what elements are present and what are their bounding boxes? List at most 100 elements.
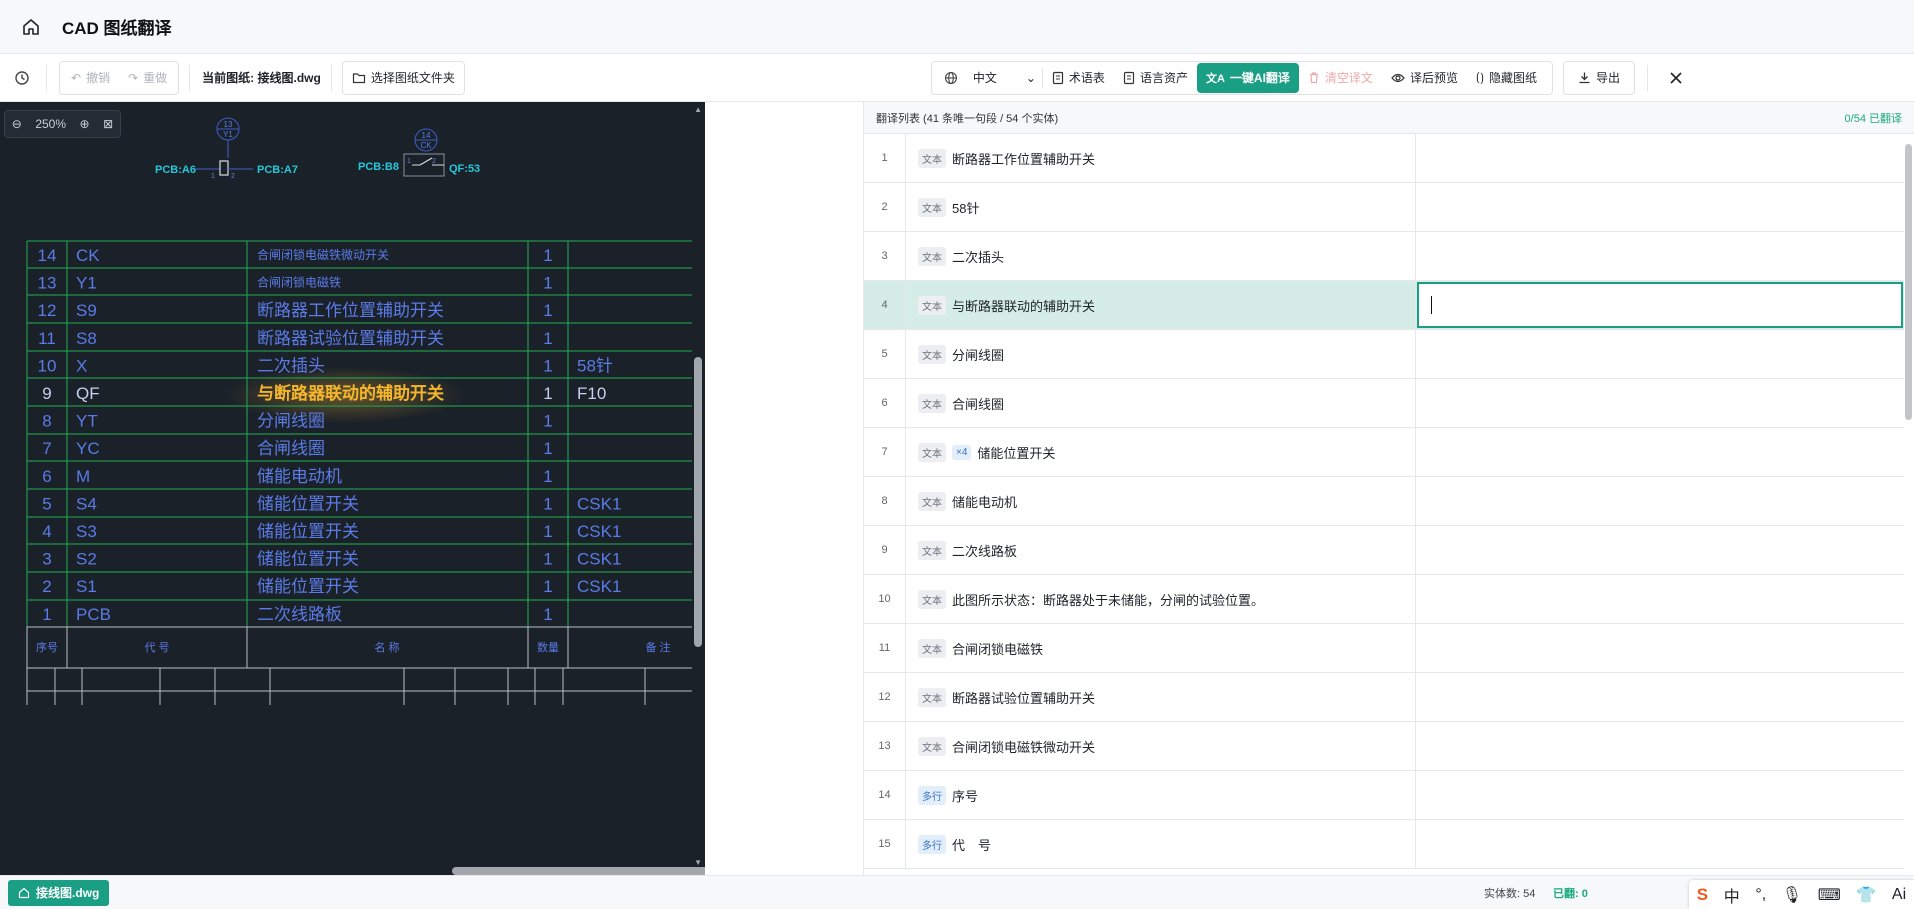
list-scrollbar[interactable] [1903, 134, 1914, 875]
translation-progress: 0/54 已翻译 [1844, 112, 1902, 125]
hide-drawing-button[interactable]: ⟮⟯ 隐藏图纸 [1467, 63, 1546, 93]
cad-cell-code: CK [76, 246, 100, 265]
cad-cell-no: 12 [38, 301, 57, 320]
translation-input[interactable] [1416, 771, 1904, 819]
svg-text:2: 2 [432, 158, 436, 165]
cad-cell-no: 13 [38, 274, 57, 293]
list-item[interactable]: 5 文本 分闸线圈 [864, 330, 1904, 379]
cad-horizontal-thumb[interactable] [452, 867, 705, 875]
book-icon [1052, 71, 1064, 84]
close-icon[interactable] [1664, 66, 1688, 90]
list-item[interactable]: 2 文本 58针 [864, 183, 1904, 232]
list-item[interactable]: 12 文本 断路器试验位置辅助开关 [864, 673, 1904, 722]
list-item[interactable]: 9 文本 二次线路板 [864, 526, 1904, 575]
cad-cell-code: YC [76, 439, 100, 458]
list-item[interactable]: 8 文本 储能电动机 [864, 477, 1904, 526]
file-tab[interactable]: 接线图.dwg [8, 879, 110, 906]
cad-cell-qty: 1 [543, 577, 552, 596]
list-scroll-thumb[interactable] [1905, 144, 1912, 420]
row-number: 3 [864, 232, 906, 280]
source-text: 合闸闭锁电磁铁 [952, 641, 1044, 657]
zoom-in-icon[interactable]: ⊕ [80, 117, 90, 131]
translation-input[interactable] [1416, 330, 1904, 378]
list-item[interactable]: 7 文本 ×4 储能位置开关 [864, 428, 1904, 477]
translation-input[interactable] [1416, 673, 1904, 721]
svg-text:1: 1 [211, 173, 215, 180]
cad-viewport[interactable]: 13 Y1 1 2 PCB:A6 PCB:A7 14 CK 1 2 PCB:B8… [0, 102, 705, 875]
svg-text:CK: CK [420, 141, 432, 150]
language-assets-button[interactable]: 语言资产 [1114, 63, 1197, 93]
translation-input[interactable] [1416, 624, 1904, 672]
translation-input[interactable] [1416, 232, 1904, 280]
cad-cell-qty: 1 [543, 301, 552, 320]
language-select[interactable]: 中文 ⌄ [938, 63, 1042, 93]
undo-button[interactable]: ↶ 撤销 [62, 63, 119, 93]
clear-translation-button[interactable]: 清空译文 [1299, 63, 1382, 93]
cad-vertical-scrollbar[interactable]: ▲ ▼ [691, 102, 705, 875]
source-text: 储能电动机 [952, 494, 1018, 510]
history-icon[interactable] [10, 66, 34, 90]
cad-cell-name: 断路器试验位置辅助开关 [257, 329, 444, 348]
list-item[interactable]: 3 文本 二次插头 [864, 232, 1904, 281]
cad-cell-qty: 1 [543, 494, 552, 513]
translation-input[interactable] [1416, 575, 1904, 623]
translation-input[interactable] [1416, 722, 1904, 770]
source-text-cell: 多行 序号 [906, 771, 1416, 819]
type-badge: 文本 [918, 589, 946, 609]
list-item[interactable]: 1 文本 断路器工作位置辅助开关 [864, 134, 1904, 183]
row-number: 2 [864, 183, 906, 231]
svg-text:数量: 数量 [537, 641, 559, 654]
fit-screen-icon[interactable]: ⊠ [103, 117, 113, 131]
current-file-label: 当前图纸: 接线图.dwg [202, 71, 321, 85]
list-item[interactable]: 15 多行代 号 [864, 820, 1904, 869]
list-item[interactable]: 14 多行 序号 [864, 771, 1904, 820]
choose-folder-button[interactable]: 选择图纸文件夹 [341, 60, 465, 95]
row-number: 6 [864, 379, 906, 427]
globe-icon [944, 71, 957, 84]
source-text-cell: 多行代 号 [906, 820, 1416, 868]
source-text-cell: 文本 58针 [906, 183, 1416, 231]
ime-logo-icon[interactable]: S [1697, 885, 1708, 905]
export-button[interactable]: 导出 [1562, 60, 1635, 95]
terminal-label: PCB:A6 [155, 164, 196, 176]
list-item[interactable]: 10 文本 此图所示状态：断路器处于未储能，分闸的试验位置。 [864, 575, 1904, 624]
translation-input[interactable] [1416, 183, 1904, 231]
translation-input[interactable] [1416, 428, 1904, 476]
ime-ai[interactable]: Ai [1892, 886, 1906, 904]
zoom-out-icon[interactable]: ⊖ [12, 117, 22, 131]
translation-input[interactable] [1416, 379, 1904, 427]
list-item[interactable]: 13 文本 合闸闭锁电磁铁微动开关 [864, 722, 1904, 771]
source-text: 分闸线圈 [952, 347, 1005, 363]
keyboard-icon[interactable]: ⌨ [1818, 885, 1841, 905]
translation-list-panel: 翻译列表 (41 条唯一句段 / 54 个实体) 0/54 已翻译 1 文本 断路器… [863, 102, 1914, 875]
translation-input[interactable] [1416, 477, 1904, 525]
home-icon[interactable] [16, 12, 46, 42]
row-number: 11 [864, 624, 906, 672]
ime-language[interactable]: 中 [1724, 883, 1740, 907]
list-item[interactable]: 4 文本 与断路器联动的辅助开关 [864, 281, 1904, 330]
list-item[interactable]: 6 文本 合闸线圈 [864, 379, 1904, 428]
cad-cell-no: 7 [42, 439, 51, 458]
translation-input[interactable] [1416, 820, 1904, 868]
preview-button[interactable]: 译后预览 [1382, 63, 1467, 93]
scroll-up-icon[interactable]: ▲ [694, 105, 702, 114]
list-item[interactable]: 11 文本 合闸闭锁电磁铁 [864, 624, 1904, 673]
ime-punctuation-icon[interactable]: °, [1755, 886, 1766, 904]
cad-cell-code: S1 [76, 577, 97, 596]
translation-input[interactable] [1417, 282, 1903, 328]
glossary-button[interactable]: 术语表 [1043, 63, 1114, 93]
translation-input[interactable] [1416, 526, 1904, 574]
svg-text:14: 14 [422, 131, 431, 140]
row-number: 4 [864, 281, 906, 329]
microphone-icon[interactable]: 🎙 [1782, 885, 1802, 905]
ai-translate-button[interactable]: 文A 一键AI翻译 [1196, 62, 1299, 93]
source-text: 断路器工作位置辅助开关 [952, 151, 1096, 167]
scroll-down-icon[interactable]: ▼ [694, 858, 702, 867]
shirt-icon[interactable]: 👕 [1856, 885, 1876, 905]
cad-cell-no: 2 [42, 577, 51, 596]
redo-button[interactable]: ↷ 重做 [119, 63, 176, 93]
translation-input[interactable] [1416, 134, 1904, 182]
undo-icon: ↶ [71, 70, 82, 85]
source-text-cell: 文本 与断路器联动的辅助开关 [906, 281, 1416, 329]
cad-vertical-thumb[interactable] [694, 357, 702, 647]
